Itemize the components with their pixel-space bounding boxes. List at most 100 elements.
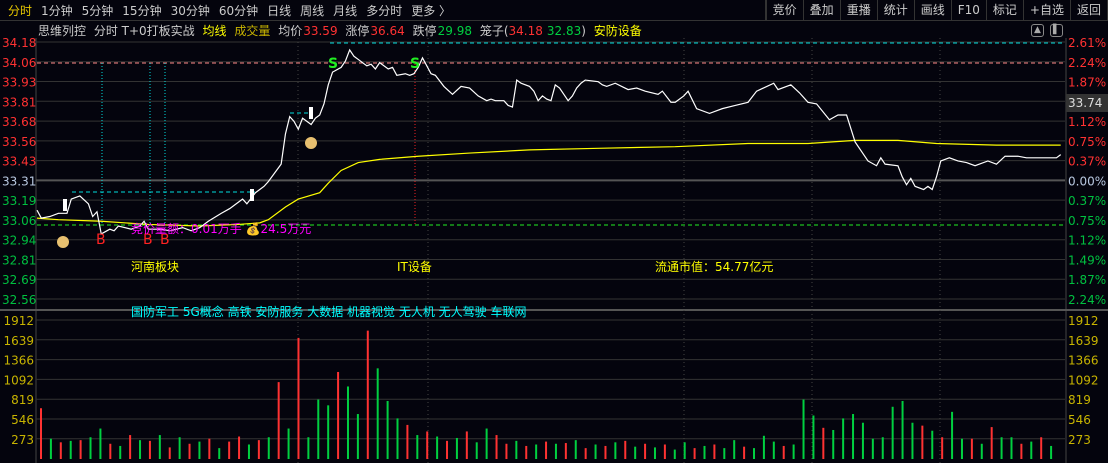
volume-bar bbox=[941, 437, 944, 459]
volume-bar bbox=[663, 444, 666, 459]
pct-tick: 0.37% bbox=[1068, 155, 1106, 169]
volume-bar bbox=[178, 437, 181, 459]
pct-tick: 2.24% bbox=[1068, 56, 1106, 70]
volume-bar bbox=[337, 371, 340, 459]
region-label[interactable]: 河南板块 bbox=[131, 258, 179, 275]
volume-bar bbox=[990, 427, 993, 459]
pct-tick: 2.24% bbox=[1068, 293, 1106, 307]
volume-bar bbox=[822, 427, 825, 459]
volume-bar bbox=[584, 448, 587, 459]
money-bag-icon bbox=[57, 236, 69, 248]
price-tick: 33.19 bbox=[2, 194, 36, 208]
volume-bar bbox=[40, 408, 42, 459]
concepts-label[interactable]: 国防军工 5G概念 高铁 安防服务 大数据 机器视觉 无人机 无人驾驶 车联网 bbox=[131, 303, 526, 320]
volume-bar bbox=[267, 437, 270, 459]
volume-bar bbox=[297, 337, 300, 459]
volume-bar bbox=[535, 444, 538, 459]
bar-marker bbox=[309, 107, 313, 119]
volume-bar bbox=[198, 441, 201, 459]
volume-bar bbox=[594, 444, 597, 459]
volume-tick: 819 bbox=[11, 393, 34, 407]
volume-bar bbox=[307, 437, 310, 459]
pct-tick: 1.12% bbox=[1068, 234, 1106, 248]
volume-bar bbox=[49, 438, 52, 459]
volume-bar bbox=[356, 414, 359, 459]
bar-marker bbox=[63, 199, 67, 211]
volume-bar bbox=[505, 443, 508, 459]
auction-label: 竞价量额：0.01万手 💰24.5万元 bbox=[131, 220, 311, 237]
volume-bar bbox=[79, 440, 82, 459]
volume-bar bbox=[416, 435, 419, 459]
volume-bar bbox=[485, 428, 488, 459]
volume-bar bbox=[446, 440, 449, 459]
volume-bar bbox=[1050, 445, 1053, 459]
price-tick: 33.06 bbox=[2, 214, 36, 228]
volume-bar bbox=[228, 441, 231, 459]
volume-tick: 546 bbox=[11, 413, 34, 427]
volume-bar bbox=[366, 330, 369, 459]
volume-bar bbox=[168, 447, 171, 459]
volume-bar bbox=[891, 406, 894, 459]
volume-bar bbox=[624, 440, 627, 459]
pct-tick: 1.87% bbox=[1068, 273, 1106, 287]
pct-tick: 0.00% bbox=[1068, 174, 1106, 188]
volume-tick-right: 1366 bbox=[1068, 354, 1099, 368]
volume-bar bbox=[386, 400, 389, 459]
pct-tick: 1.12% bbox=[1068, 115, 1106, 129]
volume-bar bbox=[921, 425, 924, 459]
industry-label[interactable]: IT设备 bbox=[397, 258, 432, 275]
volume-bar bbox=[980, 443, 983, 459]
volume-bar bbox=[614, 442, 617, 459]
volume-tick: 1092 bbox=[3, 373, 34, 387]
price-tick: 32.81 bbox=[2, 253, 36, 267]
price-tick: 32.56 bbox=[2, 293, 36, 307]
pct-tick: 0.75% bbox=[1068, 135, 1106, 149]
volume-bar bbox=[871, 438, 874, 459]
price-tick: 33.31 bbox=[2, 174, 36, 188]
volume-bar bbox=[218, 448, 221, 459]
volume-tick: 273 bbox=[11, 433, 34, 447]
volume-bar bbox=[554, 443, 557, 459]
volume-bar bbox=[762, 435, 765, 459]
money-bag-icon bbox=[305, 137, 317, 149]
volume-bar bbox=[723, 448, 726, 459]
volume-bar bbox=[1030, 441, 1033, 459]
volume-bar bbox=[753, 448, 756, 459]
volume-bar bbox=[495, 435, 498, 459]
volume-bar bbox=[436, 436, 439, 459]
pct-tick: 1.87% bbox=[1068, 76, 1106, 90]
volume-bar bbox=[881, 437, 884, 459]
volume-bar bbox=[792, 444, 795, 459]
auction-volume: 竞价量额：0.01万手 bbox=[131, 222, 246, 236]
volume-bar bbox=[960, 438, 963, 459]
volume-bar bbox=[515, 440, 518, 459]
volume-bar bbox=[703, 445, 706, 459]
auction-amount: 24.5万元 bbox=[260, 222, 312, 236]
volume-bar bbox=[247, 444, 250, 459]
volume-tick: 1912 bbox=[3, 314, 34, 328]
volume-bar bbox=[475, 442, 478, 459]
volume-bar bbox=[109, 443, 112, 459]
volume-tick: 1639 bbox=[3, 334, 34, 348]
pct-tick: 2.61% bbox=[1068, 36, 1106, 50]
price-tick: 34.18 bbox=[2, 36, 36, 50]
volume-bar bbox=[119, 445, 122, 459]
volume-bar bbox=[346, 386, 349, 459]
volume-bar bbox=[208, 438, 211, 459]
volume-bar bbox=[812, 415, 815, 459]
volume-bar bbox=[861, 422, 864, 459]
price-tick: 33.68 bbox=[2, 115, 36, 129]
pct-tick: 0.37% bbox=[1068, 194, 1106, 208]
volume-bar bbox=[782, 445, 785, 459]
volume-bar bbox=[99, 428, 102, 459]
volume-bar bbox=[653, 447, 656, 459]
volume-bar bbox=[852, 414, 855, 459]
volume-bar bbox=[139, 440, 142, 459]
volume-bar bbox=[772, 441, 775, 459]
volume-bar bbox=[545, 441, 548, 459]
volume-tick-right: 273 bbox=[1068, 433, 1091, 447]
current-price: 33.74 bbox=[1068, 96, 1102, 110]
volume-bar bbox=[970, 438, 973, 459]
volume-bar bbox=[257, 440, 260, 459]
volume-bar bbox=[148, 440, 151, 459]
